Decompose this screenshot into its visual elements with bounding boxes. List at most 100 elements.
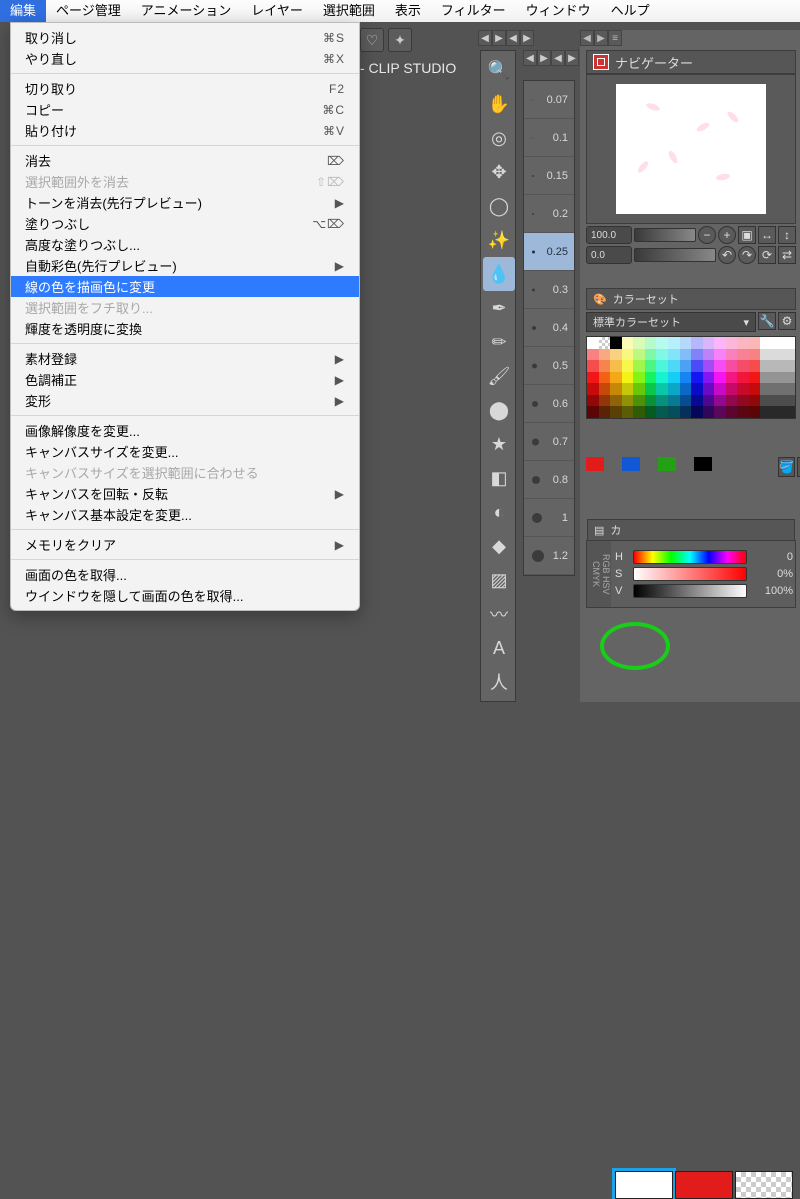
size-row[interactable]: 0.6 [524, 385, 574, 423]
color-swatch[interactable] [587, 395, 599, 407]
color-swatch[interactable] [772, 383, 784, 395]
menu-cut[interactable]: 切り取りF2 [11, 78, 359, 99]
color-swatch[interactable] [599, 395, 611, 407]
color-swatch[interactable] [645, 372, 657, 384]
rotate-tool[interactable]: ◎ [483, 121, 515, 155]
size-palette-tabs[interactable]: ◀▶◀▶ [523, 50, 579, 66]
color-swatch[interactable] [703, 383, 715, 395]
size-row[interactable]: 0.07 [524, 81, 574, 119]
color-swatch[interactable] [599, 383, 611, 395]
menu-canvas-properties[interactable]: キャンバス基本設定を変更... [11, 504, 359, 525]
wand-tool[interactable]: ✨ [483, 223, 515, 257]
color-swatch[interactable] [610, 349, 622, 361]
color-swatch[interactable] [714, 395, 726, 407]
color-swatch[interactable] [610, 406, 622, 418]
brush-tool[interactable]: 🖌 [483, 359, 515, 393]
zoom-slider[interactable] [634, 228, 696, 242]
menu-line-color-to-draw-color[interactable]: 線の色を描画色に変更 [11, 276, 359, 297]
menu-rotate-canvas[interactable]: キャンバスを回転・反転▶ [11, 483, 359, 504]
color-swatch[interactable] [749, 349, 761, 361]
size-row[interactable]: 0.7 [524, 423, 574, 461]
blend-tool[interactable]: ◐ [483, 495, 515, 529]
color-swatch[interactable] [737, 395, 749, 407]
menu-window[interactable]: ウィンドウ [516, 0, 601, 22]
menu-adv-fill[interactable]: 高度な塗りつぶし... [11, 234, 359, 255]
menu-filter[interactable]: フィルター [431, 0, 516, 22]
color-swatch[interactable] [645, 395, 657, 407]
figure-tool[interactable]: 〰 [483, 597, 515, 631]
color-swatch[interactable] [587, 406, 599, 418]
color-swatch[interactable] [599, 349, 611, 361]
color-swatch[interactable] [726, 383, 738, 395]
text-tool[interactable]: A [483, 631, 515, 665]
menu-fill[interactable]: 塗りつぶし⌥⌦ [11, 213, 359, 234]
menu-change-canvas-size[interactable]: キャンバスサイズを変更... [11, 441, 359, 462]
hue-slider[interactable] [633, 550, 747, 564]
recent-color[interactable] [586, 457, 604, 471]
mirror-icon[interactable]: ⇄ [778, 246, 796, 264]
recent-color[interactable] [658, 457, 676, 471]
color-swatch[interactable] [645, 337, 657, 349]
color-swatch[interactable] [622, 372, 634, 384]
color-swatch[interactable] [633, 360, 645, 372]
gradient-tool[interactable]: ▨ [483, 563, 515, 597]
color-swatch-grid[interactable] [586, 336, 796, 419]
color-swatch[interactable] [622, 383, 634, 395]
color-swatch[interactable] [680, 372, 692, 384]
tool-palette-tabs[interactable]: ◀▶◀▶ [478, 30, 534, 46]
sat-slider[interactable] [633, 567, 747, 581]
color-swatch[interactable] [610, 383, 622, 395]
color-swatch[interactable] [784, 383, 796, 395]
color-swatch[interactable] [610, 360, 622, 372]
color-swatch[interactable] [749, 372, 761, 384]
menu-tonal-correction[interactable]: 色調補正▶ [11, 369, 359, 390]
recent-color[interactable] [622, 457, 640, 471]
color-swatch[interactable] [703, 360, 715, 372]
color-swatch[interactable] [599, 337, 611, 349]
color-swatch[interactable] [703, 372, 715, 384]
zoom-tool[interactable]: 🔍 [483, 53, 515, 87]
wrench-icon[interactable]: 🔧 [758, 312, 776, 330]
color-swatch[interactable] [680, 349, 692, 361]
color-swatch[interactable] [726, 349, 738, 361]
color-swatch[interactable] [760, 372, 772, 384]
color-swatch[interactable] [691, 349, 703, 361]
menu-page[interactable]: ページ管理 [46, 0, 131, 22]
menu-transform[interactable]: 変形▶ [11, 390, 359, 411]
color-swatch[interactable] [610, 395, 622, 407]
color-swatch[interactable] [622, 349, 634, 361]
color-swatch[interactable] [610, 337, 622, 349]
transparent-color[interactable] [735, 1171, 793, 1199]
color-swatch[interactable] [714, 372, 726, 384]
menu-undo[interactable]: 取り消し⌘S [11, 27, 359, 48]
color-swatch[interactable] [668, 360, 680, 372]
color-swatch[interactable] [587, 360, 599, 372]
color-swatch[interactable] [760, 406, 772, 418]
rotate-ccw-icon[interactable]: ↶ [718, 246, 736, 264]
settings-icon[interactable]: ⚙ [778, 312, 796, 330]
color-swatch[interactable] [737, 360, 749, 372]
color-swatch[interactable] [668, 349, 680, 361]
color-swatch[interactable] [610, 372, 622, 384]
color-swatch[interactable] [737, 337, 749, 349]
color-swatch[interactable] [737, 349, 749, 361]
foreground-color[interactable] [615, 1171, 673, 1199]
pen-tool[interactable]: ✒ [483, 291, 515, 325]
color-swatch[interactable] [749, 406, 761, 418]
menu-clear-tone[interactable]: トーンを消去(先行プレビュー)▶ [11, 192, 359, 213]
color-swatch[interactable] [599, 372, 611, 384]
panel-group-tabs[interactable]: ◀▶≡ [580, 30, 800, 48]
fill-tool[interactable]: ◆ [483, 529, 515, 563]
val-slider[interactable] [633, 584, 747, 598]
airbrush-tool[interactable]: ⬤ [483, 393, 515, 427]
size-row[interactable]: 0.8 [524, 461, 574, 499]
navigator-header[interactable]: ナビゲーター [586, 50, 796, 74]
color-swatch[interactable] [726, 395, 738, 407]
color-swatch[interactable] [633, 395, 645, 407]
color-swatch[interactable] [691, 383, 703, 395]
color-swatch[interactable] [749, 383, 761, 395]
color-swatch[interactable] [760, 395, 772, 407]
heart-icon[interactable]: ♡ [360, 28, 384, 52]
color-swatch[interactable] [668, 406, 680, 418]
menu-selection[interactable]: 選択範囲 [313, 0, 385, 22]
